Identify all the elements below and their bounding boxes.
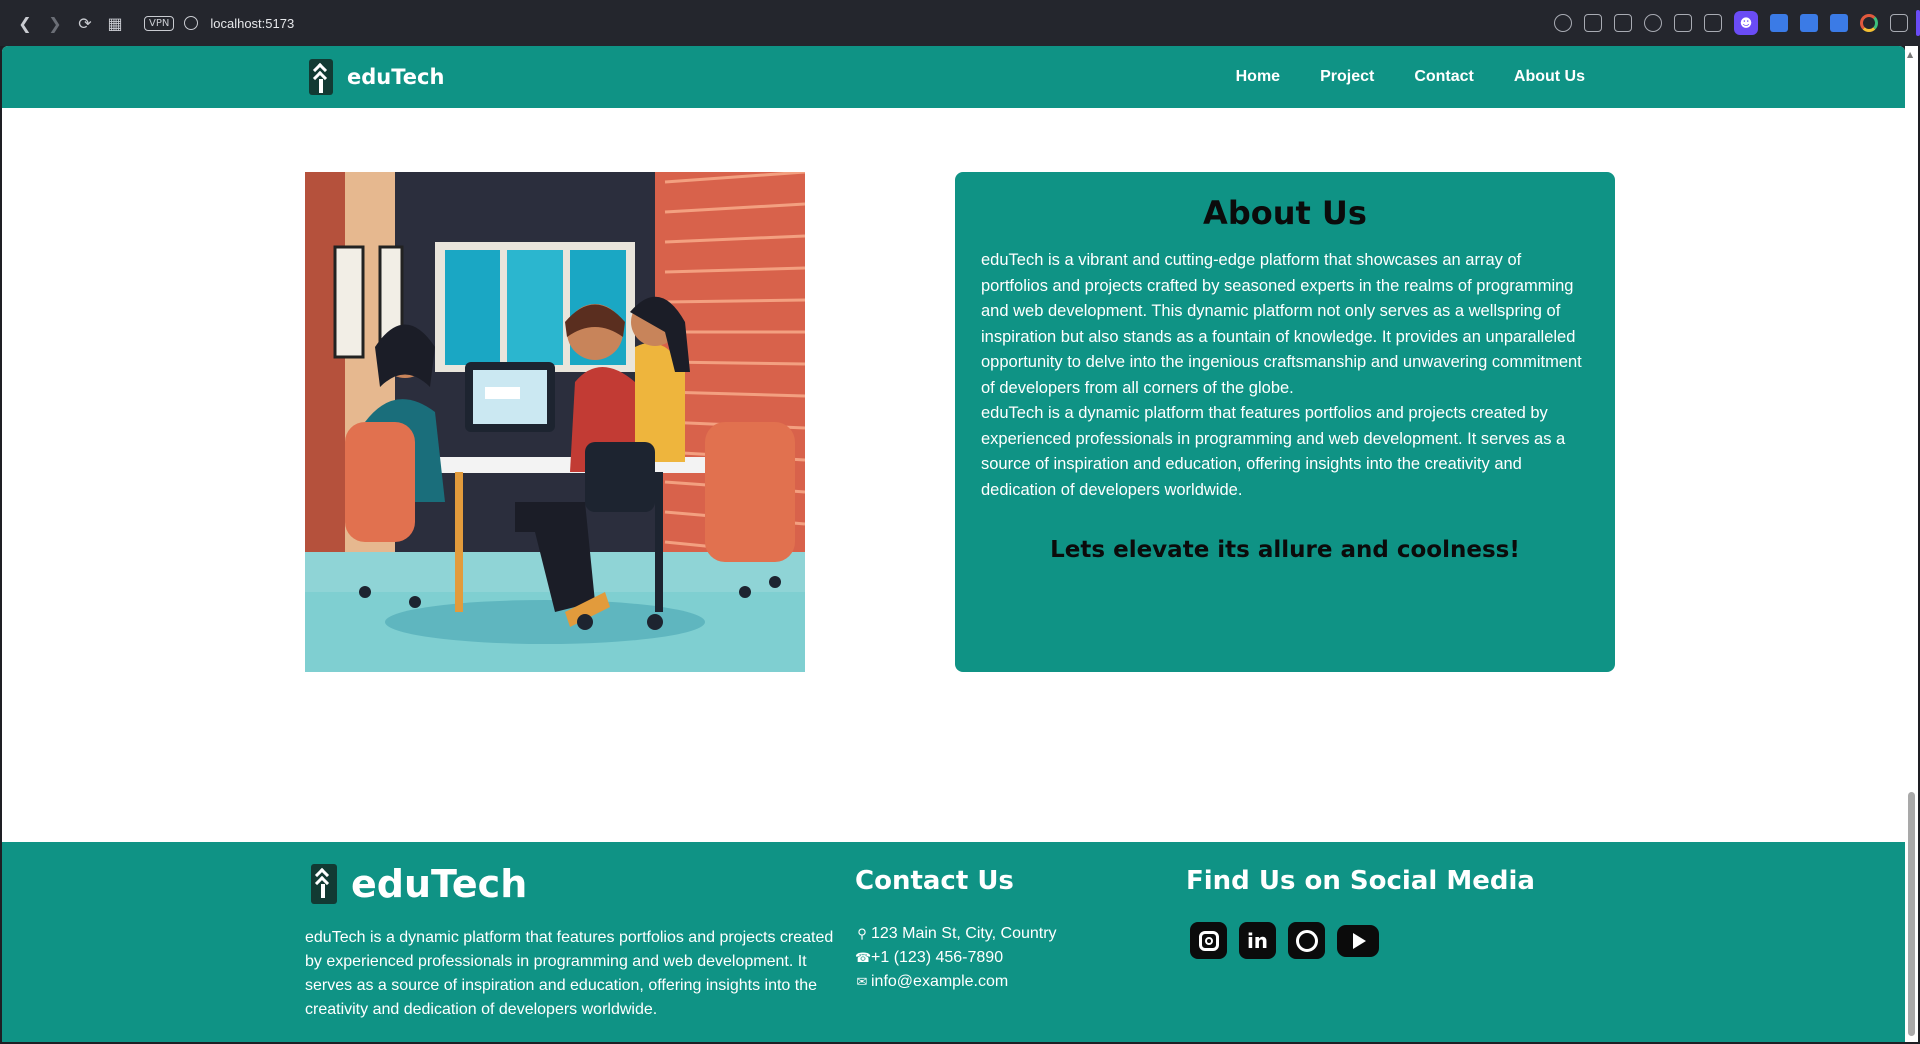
back-arrow-icon[interactable]: ❮ <box>10 8 40 38</box>
team-illustration <box>305 172 805 672</box>
phone-icon: ☎ <box>855 950 872 965</box>
document-extension-icon[interactable] <box>1830 14 1848 32</box>
contact-email[interactable]: ✉ info@example.com <box>855 970 1057 994</box>
camera-icon[interactable] <box>1584 14 1602 32</box>
nav-home-link[interactable]: Home <box>1236 68 1280 86</box>
email-text: info@example.com <box>871 973 1009 990</box>
edutech-logo-icon <box>309 59 333 95</box>
edutech-logo-icon <box>311 864 337 904</box>
shield-icon[interactable] <box>1614 14 1632 32</box>
instagram-icon[interactable] <box>1190 922 1227 959</box>
footer-brand[interactable]: eduTech <box>311 862 527 906</box>
navbar-brand[interactable]: eduTech <box>309 59 444 95</box>
page-scrollbar[interactable]: ▲ <box>1905 46 1918 1042</box>
wallet-icon[interactable] <box>1674 14 1692 32</box>
footer-description: eduTech is a dynamic platform that featu… <box>305 929 834 1018</box>
linkedin-icon[interactable]: in <box>1239 922 1276 959</box>
menu-icon[interactable] <box>1704 14 1722 32</box>
page-viewport: eduTech Home Project Contact About Us Ab… <box>2 46 1905 1042</box>
nav-links: Home Project Contact About Us <box>1236 46 1585 108</box>
social-links: in <box>1190 922 1379 959</box>
scroll-up-icon[interactable]: ▲ <box>1907 50 1913 59</box>
scrollbar-thumb[interactable] <box>1908 792 1915 1036</box>
youtube-icon[interactable] <box>1337 925 1379 957</box>
contact-phone[interactable]: ☎ +1 (123) 456-7890 <box>855 946 1057 970</box>
heart-icon[interactable] <box>1644 14 1662 32</box>
brand-name: eduTech <box>347 65 445 89</box>
sidebar-accent <box>1916 10 1920 36</box>
github-icon[interactable] <box>1288 922 1325 959</box>
footer-brand-name: eduTech <box>351 862 528 906</box>
contact-heading: Contact Us <box>855 866 1014 896</box>
phone-text: +1 (123) 456-7890 <box>871 949 1004 966</box>
nav-about-link[interactable]: About Us <box>1514 68 1585 86</box>
about-title: About Us <box>1203 194 1367 232</box>
vpn-badge[interactable]: VPN <box>144 15 175 31</box>
profile-icon[interactable]: ☻ <box>1734 11 1758 35</box>
address-bar[interactable]: localhost:5173 <box>210 16 294 31</box>
extension-icon[interactable] <box>1800 14 1818 32</box>
about-paragraph-2: eduTech is a dynamic platform that featu… <box>981 404 1566 499</box>
site-info-icon[interactable] <box>184 16 199 30</box>
address-text: 123 Main St, City, Country <box>871 925 1057 942</box>
tabs-grid-icon[interactable]: ▦ <box>100 8 130 38</box>
social-heading: Find Us on Social Media <box>1186 866 1535 896</box>
translate-extension-icon[interactable] <box>1770 14 1788 32</box>
location-pin-icon: ⚲ <box>857 926 867 941</box>
about-paragraph-1: eduTech is a vibrant and cutting-edge pl… <box>981 251 1582 397</box>
mail-icon: ✉ <box>856 974 868 989</box>
contact-address: ⚲ 123 Main St, City, Country <box>855 922 1057 946</box>
emoji-icon[interactable] <box>1554 14 1572 32</box>
site-navbar: eduTech Home Project Contact About Us <box>2 46 1905 108</box>
chrome-extension-icon[interactable] <box>1860 14 1878 32</box>
cube-icon[interactable] <box>1890 14 1908 32</box>
nav-contact-link[interactable]: Contact <box>1414 68 1474 86</box>
contact-list: ⚲ 123 Main St, City, Country ☎ +1 (123) … <box>855 922 1057 994</box>
site-footer: eduTech eduTech is a dynamic platform th… <box>2 842 1905 1042</box>
forward-arrow-icon[interactable]: ❯ <box>40 8 70 38</box>
browser-toolbar: ❮ ❯ ⟳ ▦ VPN localhost:5173 ☻ <box>0 0 1920 46</box>
reload-icon[interactable]: ⟳ <box>70 8 100 38</box>
about-card: About Us eduTech is a vibrant and cuttin… <box>955 172 1615 672</box>
about-tagline: Lets elevate its allure and coolness! <box>1050 537 1520 563</box>
nav-project-link[interactable]: Project <box>1320 68 1374 86</box>
